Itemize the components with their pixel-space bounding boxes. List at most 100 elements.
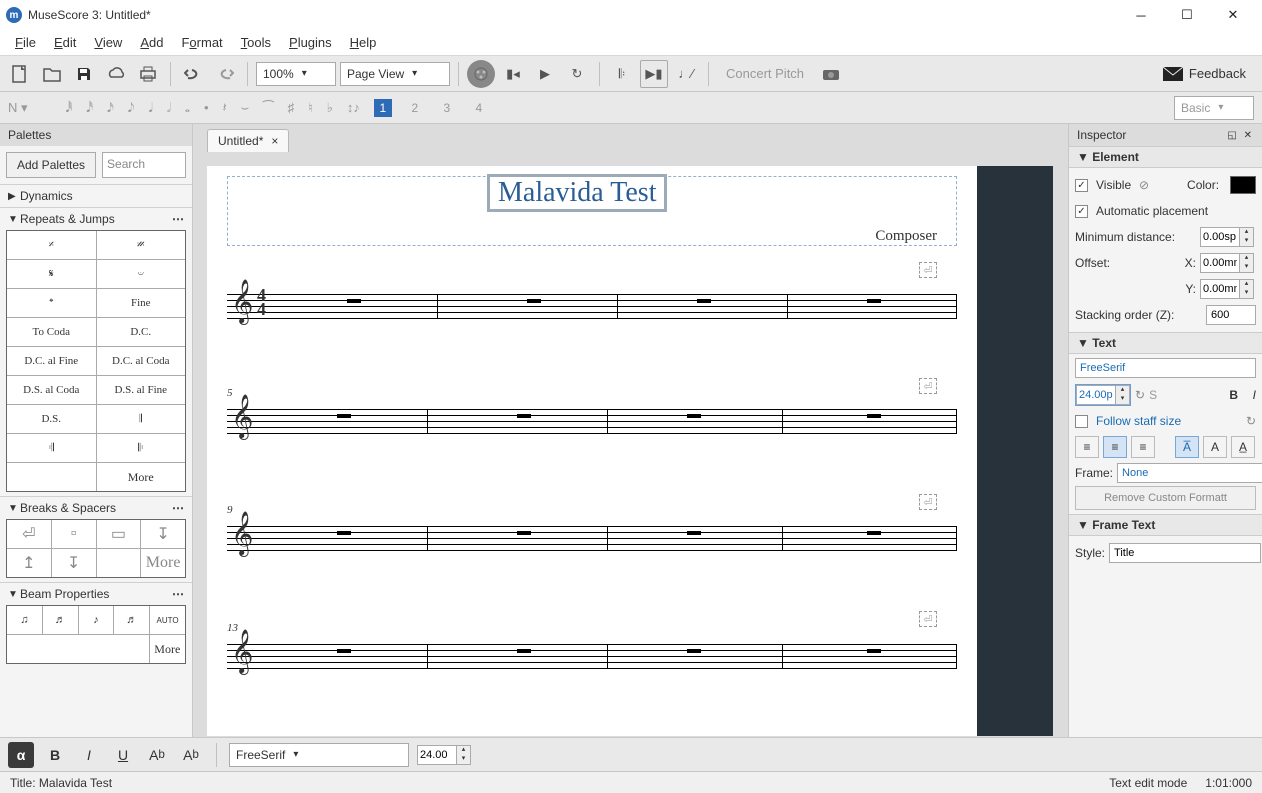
font-size-spin[interactable]: ▴▾ — [417, 745, 473, 765]
system-break-icon[interactable]: ⏎ — [919, 378, 937, 394]
palette-cell[interactable]: D.S. — [7, 405, 97, 433]
element-section[interactable]: ▼ Element — [1069, 146, 1262, 168]
valign-top-icon[interactable]: A̅ — [1175, 436, 1199, 458]
voice-4[interactable]: 4 — [470, 99, 488, 117]
feedback-button[interactable]: Feedback — [1163, 66, 1256, 81]
superscript-button[interactable]: Ab — [178, 742, 204, 768]
palette-cell[interactable]: 𝄇 — [7, 434, 97, 462]
palette-search-input[interactable]: Search — [102, 152, 186, 178]
dot-icon[interactable]: • — [204, 100, 209, 115]
palette-cell[interactable]: 𝄌 — [7, 289, 97, 317]
undo-icon[interactable] — [179, 60, 207, 88]
breaks-section[interactable]: ▼Breaks & Spacers⋯ — [0, 497, 192, 519]
underline-button[interactable]: U — [110, 742, 136, 768]
repeats-section[interactable]: ▼Repeats & Jumps⋯ — [0, 208, 192, 230]
text-section[interactable]: ▼ Text — [1069, 332, 1262, 354]
more-button[interactable]: More — [97, 463, 186, 491]
note-32-icon[interactable]: 𝅘𝅥𝅰 — [86, 100, 93, 116]
alpha-button[interactable]: α — [8, 742, 34, 768]
play-icon[interactable]: ▶ — [531, 60, 559, 88]
note-half-icon[interactable]: 𝅗𝅥 — [167, 100, 171, 116]
stacking-input[interactable] — [1206, 305, 1256, 325]
align-center-icon[interactable]: ≡ — [1103, 436, 1127, 458]
redo-icon[interactable] — [211, 60, 239, 88]
font-combo[interactable]: FreeSerif▾ — [229, 743, 409, 767]
palette-cell[interactable]: D.S. al Fine — [97, 376, 186, 404]
beam-section[interactable]: ▼Beam Properties⋯ — [0, 583, 192, 605]
concert-pitch-button[interactable]: Concert Pitch — [717, 60, 813, 88]
palette-cell[interactable]: Fine — [97, 289, 186, 317]
system-break-icon[interactable]: ⏎ — [919, 494, 937, 510]
palette-cell[interactable]: 𝄋 — [7, 260, 97, 288]
palette-cell[interactable]: ↧ — [141, 520, 185, 548]
slur-icon[interactable]: ⁀ — [263, 100, 273, 116]
palette-cell[interactable]: ♬ — [43, 606, 79, 634]
natural-icon[interactable]: ♮ — [308, 100, 313, 116]
menu-file[interactable]: File — [6, 33, 45, 52]
menu-help[interactable]: Help — [341, 33, 386, 52]
italic-button[interactable]: I — [76, 742, 102, 768]
palette-cell[interactable]: To Coda — [7, 318, 97, 346]
palette-cell[interactable]: ♬ — [114, 606, 150, 634]
tab-untitled[interactable]: Untitled*× — [207, 129, 289, 152]
flat-icon[interactable]: ♭ — [327, 100, 333, 116]
menu-add[interactable]: Add — [131, 33, 172, 52]
menu-format[interactable]: Format — [172, 33, 231, 52]
frame-input[interactable] — [1117, 463, 1262, 483]
eye-icon[interactable]: ⊘ — [1139, 178, 1149, 192]
rest-icon[interactable]: 𝄽 — [223, 100, 227, 116]
workspace-combo[interactable]: Basic▾ — [1174, 96, 1254, 120]
more-button[interactable]: More — [150, 635, 185, 663]
add-palettes-button[interactable]: Add Palettes — [6, 152, 96, 178]
palette-cell[interactable]: D.C. al Fine — [7, 347, 97, 375]
tie-icon[interactable]: ⌣ — [241, 100, 250, 116]
reset-icon[interactable]: ↻ — [1246, 414, 1256, 428]
palette-cell[interactable]: 𝄆 — [97, 434, 186, 462]
mixer-icon[interactable] — [467, 60, 495, 88]
remove-formatting-button[interactable]: Remove Custom Formatt — [1075, 486, 1256, 510]
system-break-icon[interactable]: ⏎ — [919, 611, 937, 627]
frame-text-section[interactable]: ▼ Frame Text — [1069, 514, 1262, 536]
zoom-combo[interactable]: 100%▾ — [256, 62, 336, 86]
metronome-icon[interactable]: ♩⁄ — [672, 60, 700, 88]
offset-y-input[interactable]: ▴▾ — [1200, 279, 1256, 299]
menu-tools[interactable]: Tools — [232, 33, 280, 52]
palette-cell[interactable]: D.C. al Coda — [97, 347, 186, 375]
bold-button[interactable]: B — [1229, 388, 1238, 402]
screenshot-icon[interactable] — [817, 60, 845, 88]
bold-button[interactable]: B — [42, 742, 68, 768]
offset-x-input[interactable]: ▴▾ — [1200, 253, 1256, 273]
note-quarter-icon[interactable]: 𝅘𝅥 — [149, 100, 153, 116]
visible-checkbox[interactable] — [1075, 179, 1088, 192]
palette-cell[interactable]: 𝄎 — [7, 231, 97, 259]
palette-cell[interactable]: D.C. — [97, 318, 186, 346]
palette-cell[interactable]: ▫ — [52, 520, 97, 548]
palette-cell[interactable]: 𝄂 — [97, 405, 186, 433]
color-swatch[interactable] — [1230, 176, 1256, 194]
palette-cell[interactable]: ↥ — [7, 549, 52, 577]
close-tab-icon[interactable]: × — [271, 134, 278, 148]
follow-staff-checkbox[interactable] — [1075, 415, 1088, 428]
note-64-icon[interactable]: 𝅘𝅥𝅱 — [66, 100, 73, 116]
voice-2[interactable]: 2 — [406, 99, 424, 117]
palette-cell[interactable]: AUTO — [150, 606, 185, 634]
subscript-button[interactable]: Ab — [144, 742, 170, 768]
menu-plugins[interactable]: Plugins — [280, 33, 341, 52]
palette-cell[interactable]: ♫ — [7, 606, 43, 634]
repeat-start-icon[interactable]: 𝄆 — [608, 60, 636, 88]
palette-cell[interactable]: ♪ — [79, 606, 115, 634]
composer-text[interactable]: Composer — [875, 228, 937, 245]
palette-cell[interactable]: ↧ — [52, 549, 97, 577]
note-whole-icon[interactable]: 𝅝 — [185, 100, 190, 116]
menu-edit[interactable]: Edit — [45, 33, 85, 52]
menu-view[interactable]: View — [85, 33, 131, 52]
palette-cell[interactable]: D.S. al Coda — [7, 376, 97, 404]
save-icon[interactable] — [70, 60, 98, 88]
palette-cell[interactable]: ⏎ — [7, 520, 52, 548]
time-signature[interactable]: 44 — [257, 288, 266, 316]
italic-button[interactable]: I — [1253, 388, 1256, 402]
palette-cell[interactable]: ▭ — [97, 520, 142, 548]
note-16-icon[interactable]: 𝅘𝅥𝅯 — [107, 100, 114, 116]
voice-3[interactable]: 3 — [438, 99, 456, 117]
maximize-button[interactable]: ☐ — [1164, 0, 1210, 30]
